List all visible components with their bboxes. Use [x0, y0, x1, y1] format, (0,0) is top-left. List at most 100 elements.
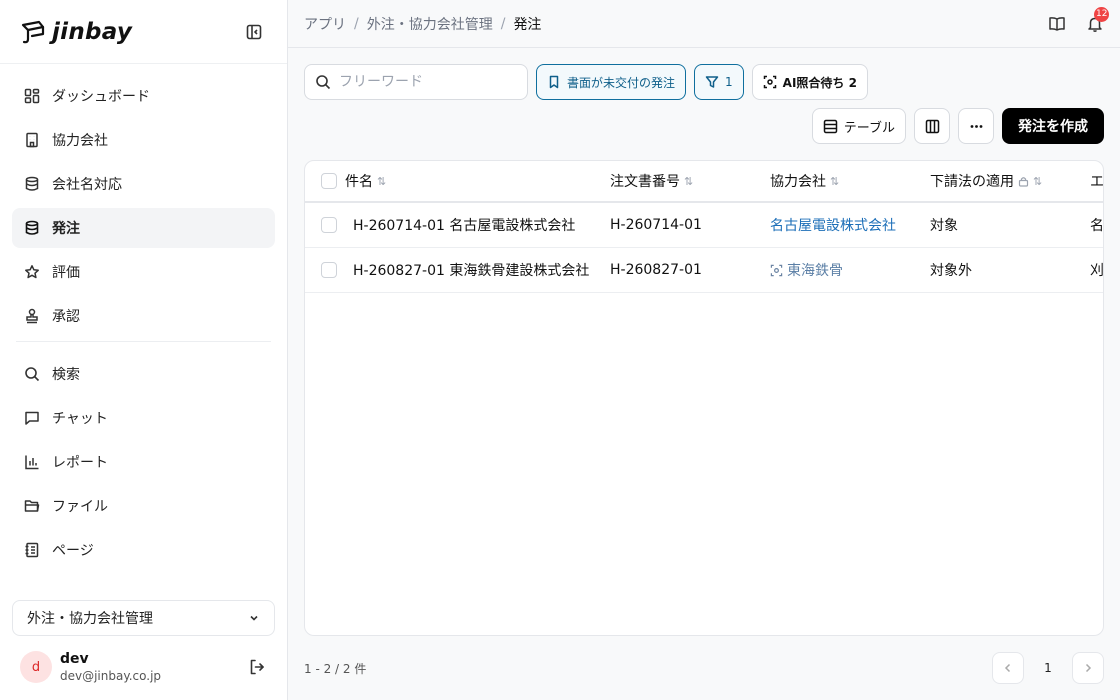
sort-icon: ⇅	[830, 174, 840, 188]
column-header-label: 注文書番号	[610, 174, 680, 190]
user-name: dev	[60, 651, 89, 667]
sidebar-item-dashboard[interactable]: ダッシュボード	[12, 76, 275, 116]
sidebar-item-label: 検索	[52, 367, 80, 383]
search-input[interactable]	[339, 74, 509, 90]
book-icon[interactable]	[1048, 15, 1066, 33]
topbar-actions: 12	[1048, 6, 1110, 33]
filter-toolbar: 書面が未交付の発注 1 AI照合待ち 2	[304, 64, 868, 100]
folder-icon	[24, 498, 40, 514]
column-header-order-no[interactable]: 注文書番号 ⇅	[610, 161, 693, 201]
column-header-name[interactable]: 件名 ⇅	[345, 161, 386, 201]
sidebar-item-label: レポート	[52, 455, 108, 471]
notifications-button[interactable]: 12	[1086, 6, 1110, 33]
breadcrumb: アプリ / 外注・協力会社管理 / 発注	[304, 14, 541, 34]
cell-subcontract: 対象	[930, 218, 958, 234]
sidebar-item-company-mapping[interactable]: 会社名対応	[12, 164, 275, 204]
ai-pending-label: AI照合待ち 2	[782, 75, 857, 90]
orders-table: 件名 ⇅ 注文書番号 ⇅ 協力会社 ⇅ 下請法の適用 ⇅ エ H-260714-…	[304, 160, 1104, 636]
breadcrumb-separator: /	[354, 15, 359, 32]
sidebar-item-reports[interactable]: レポート	[12, 442, 275, 482]
filter-count: 1	[725, 75, 733, 89]
table-icon	[823, 119, 838, 134]
sort-icon: ⇅	[1033, 174, 1043, 188]
cell-name[interactable]: H-260827-01 東海鉄骨建設株式会社	[353, 248, 589, 292]
sidebar-item-label: チャット	[52, 411, 108, 427]
more-horizontal-icon	[969, 119, 984, 134]
search-icon	[315, 74, 331, 90]
filter-button[interactable]: 1	[694, 64, 744, 100]
view-toolbar: テーブル 発注を作成	[811, 108, 1104, 144]
sidebar-toggle-icon[interactable]	[245, 23, 263, 41]
cell-name[interactable]: H-260714-01 名古屋電設株式会社	[353, 203, 575, 247]
table-header: 件名 ⇅ 注文書番号 ⇅ 協力会社 ⇅ 下請法の適用 ⇅ エ	[305, 161, 1103, 203]
lock-icon	[1018, 176, 1029, 187]
column-header-subcontract[interactable]: 下請法の適用 ⇅	[930, 161, 1042, 201]
scan-icon	[763, 75, 777, 89]
sidebar-item-files[interactable]: ファイル	[12, 486, 275, 526]
column-header-partner[interactable]: 協力会社 ⇅	[770, 161, 839, 201]
breadcrumb-current: 発注	[513, 16, 542, 33]
sidebar-item-label: ファイル	[52, 499, 108, 515]
row-select-cell	[321, 203, 337, 247]
unissued-documents-filter-button[interactable]: 書面が未交付の発注	[536, 64, 687, 100]
search-icon	[24, 366, 40, 382]
partner-ai-label: 東海鉄骨	[787, 263, 843, 279]
prev-page-button[interactable]	[992, 652, 1024, 684]
table-row[interactable]: H-260827-01 東海鉄骨建設株式会社 H-260827-01 東海鉄骨 …	[305, 248, 1103, 293]
sidebar-item-approval[interactable]: 承認	[12, 296, 275, 336]
notification-badge: 12	[1094, 6, 1110, 22]
cell-partner-ai-match[interactable]: 東海鉄骨	[770, 248, 843, 292]
sidebar-item-label: 協力会社	[52, 133, 108, 149]
database-icon	[24, 176, 40, 192]
user-profile: d dev dev@jinbay.co.jp	[20, 648, 266, 686]
next-page-button[interactable]	[1072, 652, 1104, 684]
sidebar-item-label: ダッシュボード	[52, 89, 150, 105]
view-mode-button[interactable]: テーブル	[811, 108, 906, 144]
column-header-label: 協力会社	[770, 174, 826, 190]
column-header-label: 件名	[345, 174, 373, 190]
chat-icon	[24, 410, 40, 426]
cell-order-no: H-260714-01	[610, 217, 702, 233]
building-icon	[24, 132, 40, 148]
page-number[interactable]: 1	[1032, 652, 1064, 684]
workspace-label: 外注・協力会社管理	[27, 611, 153, 627]
column-header-label: エ	[1090, 174, 1104, 190]
more-options-button[interactable]	[958, 108, 994, 144]
main-content: アプリ / 外注・協力会社管理 / 発注 12 フリーワード 書面が未交付の発注…	[288, 0, 1120, 700]
logout-icon[interactable]	[248, 658, 266, 676]
breadcrumb-root[interactable]: アプリ	[304, 14, 346, 34]
table-row[interactable]: H-260714-01 名古屋電設株式会社 H-260714-01 名古屋電設株…	[305, 203, 1103, 248]
filter-icon	[705, 75, 719, 89]
row-checkbox[interactable]	[321, 262, 337, 278]
sidebar-item-label: 会社名対応	[52, 177, 122, 193]
stamp-icon	[24, 308, 40, 324]
create-order-button[interactable]: 発注を作成	[1002, 108, 1104, 144]
cell-next: 刈	[1090, 263, 1104, 279]
row-checkbox[interactable]	[321, 217, 337, 233]
search-box[interactable]	[304, 64, 528, 100]
cell-partner-link[interactable]: 名古屋電設株式会社	[770, 203, 896, 247]
cell-next: 名	[1090, 218, 1104, 234]
sidebar-item-orders[interactable]: 発注	[12, 208, 275, 248]
sidebar-item-evaluation[interactable]: 評価	[12, 252, 275, 292]
sidebar-item-label: 発注	[52, 221, 80, 237]
sidebar-item-partners[interactable]: 協力会社	[12, 120, 275, 160]
avatar[interactable]: d	[20, 651, 52, 683]
jinbay-logo-icon	[20, 19, 46, 45]
column-header-next[interactable]: エ	[1090, 161, 1104, 201]
columns-icon	[925, 119, 940, 134]
breadcrumb-section[interactable]: 外注・協力会社管理	[367, 14, 493, 34]
sidebar-item-search[interactable]: 検索	[12, 354, 275, 394]
logo[interactable]: jinbay	[20, 19, 132, 45]
view-mode-label: テーブル	[843, 120, 895, 136]
sort-icon: ⇅	[684, 174, 694, 188]
ai-pending-button[interactable]: AI照合待ち 2	[751, 64, 868, 100]
sidebar-item-chat[interactable]: チャット	[12, 398, 275, 438]
workspace-select[interactable]: 外注・協力会社管理	[12, 600, 275, 636]
columns-button[interactable]	[914, 108, 950, 144]
select-all-checkbox[interactable]	[321, 173, 337, 189]
sidebar-nav: ダッシュボード 協力会社 会社名対応 発注 評価 承認 検索 チャット レポート…	[0, 64, 287, 570]
cell-order-no: H-260827-01	[610, 262, 702, 278]
sidebar-item-label: 承認	[52, 309, 80, 325]
sidebar-item-pages[interactable]: ページ	[12, 530, 275, 570]
